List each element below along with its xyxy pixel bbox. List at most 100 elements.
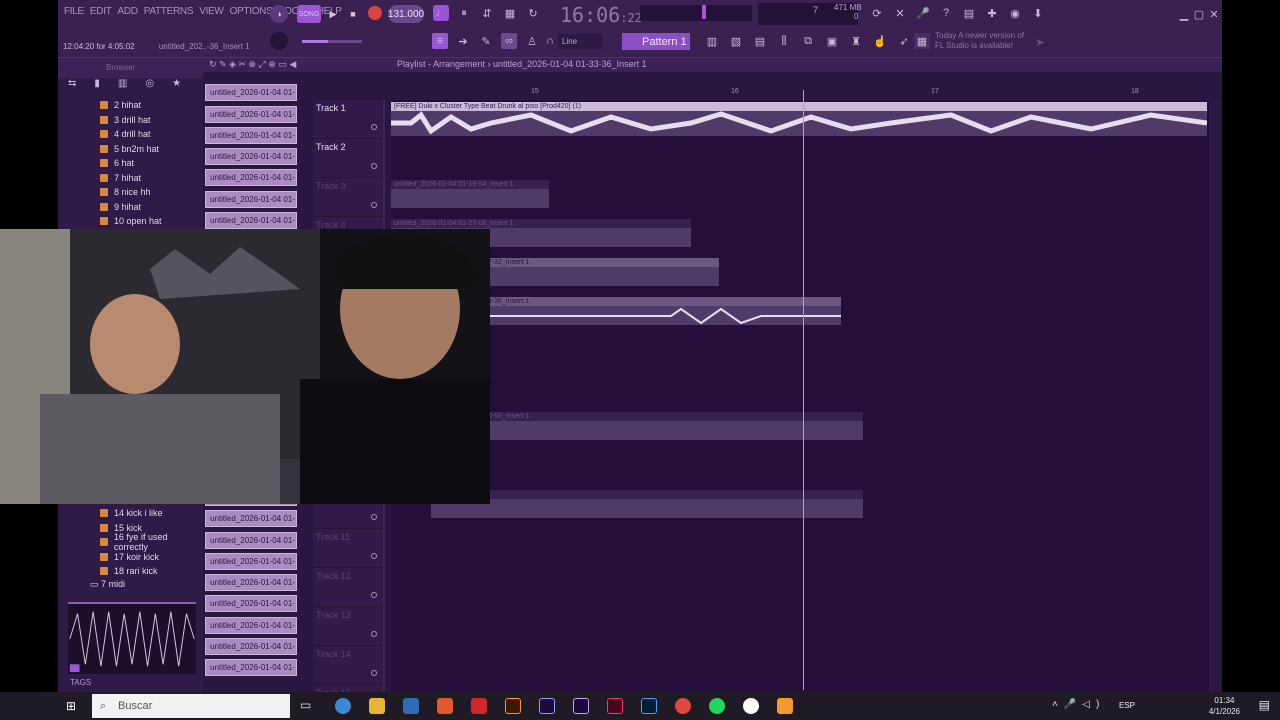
- browser-item[interactable]: 8 nice hh: [58, 185, 203, 200]
- browser-item[interactable]: 14 kick i like: [58, 506, 203, 521]
- channel-rack-icon[interactable]: ▤: [752, 33, 768, 49]
- indesign-icon[interactable]: [607, 698, 623, 714]
- after-effects-icon[interactable]: [573, 698, 589, 714]
- tempo-tap-icon[interactable]: ➶: [896, 33, 912, 49]
- fl-studio-icon[interactable]: [777, 698, 793, 714]
- channel-button[interactable]: untitled_2026-01-04 01-: [205, 510, 297, 528]
- magnet-icon[interactable]: ∩: [542, 33, 558, 49]
- menu-patterns[interactable]: PATTERNS: [144, 6, 194, 17]
- channel-button[interactable]: untitled_2026-01-04 01-: [205, 638, 297, 656]
- timeline-ruler[interactable]: 15 16 17 18: [391, 88, 1211, 100]
- menu-add[interactable]: ADD: [118, 6, 139, 17]
- arrow-right-icon[interactable]: ➔: [455, 33, 471, 49]
- browser-item[interactable]: 10 open hat: [58, 214, 203, 229]
- audio-clip[interactable]: 24-58_Insert 1: [481, 412, 863, 440]
- taskbar-search[interactable]: ⌕ Buscar: [92, 694, 290, 718]
- save-icon[interactable]: ▤: [961, 5, 977, 21]
- browser-item[interactable]: 9 hihat: [58, 200, 203, 215]
- audio-clip[interactable]: 24-58_Insert 1: [431, 490, 863, 518]
- tempo-display[interactable]: 131.000: [388, 5, 424, 23]
- metronome-icon[interactable]: ♩: [433, 5, 449, 21]
- playlist-icon[interactable]: ≡: [432, 33, 448, 49]
- track-header[interactable]: Track 2: [313, 139, 383, 178]
- track-header[interactable]: Track 11: [313, 529, 383, 568]
- browser-item[interactable]: 6 hat: [58, 156, 203, 171]
- windows-start-icon[interactable]: ⊞: [66, 699, 76, 713]
- menu-edit[interactable]: EDIT: [90, 6, 112, 17]
- channel-button[interactable]: untitled_2026-01-04 01-: [205, 169, 297, 187]
- file-explorer-icon[interactable]: [369, 698, 385, 714]
- refresh-icon[interactable]: ⟳: [869, 5, 885, 21]
- copilot-icon[interactable]: [335, 698, 351, 714]
- master-pitch-slider[interactable]: [302, 40, 362, 43]
- notifications-icon[interactable]: ▤: [1259, 698, 1270, 712]
- window-close-icon[interactable]: ✕: [1206, 6, 1222, 22]
- audio-clip[interactable]: 27-32_Insert 1: [481, 258, 719, 286]
- wait-icon[interactable]: ⏸: [456, 5, 472, 21]
- channel-button[interactable]: untitled_2026-01-04 01-: [205, 126, 297, 144]
- channel-button[interactable]: untitled_2026-01-04 01-: [205, 616, 297, 634]
- tray-icons[interactable]: ˄🎤◁): [1052, 699, 1105, 710]
- channel-button[interactable]: untitled_2026-01-04 01-: [205, 574, 297, 592]
- track-mute-toggle[interactable]: [371, 124, 377, 130]
- chat-icon[interactable]: ◉: [1007, 5, 1023, 21]
- channel-button[interactable]: untitled_2026-01-04 01-: [205, 595, 297, 613]
- render-icon[interactable]: ▦: [914, 33, 930, 49]
- track-mute-toggle[interactable]: [371, 592, 377, 598]
- store-icon[interactable]: [403, 698, 419, 714]
- channel-button[interactable]: untitled_2026-01-04 01-: [205, 190, 297, 208]
- eq-icon[interactable]: ⫼: [776, 33, 792, 49]
- browser-item[interactable]: 7 hihat: [58, 171, 203, 186]
- audio-clip[interactable]: [FREE] Duki x Cluster Type Beat Drunk al…: [391, 102, 1208, 136]
- plugin-picker-icon[interactable]: ♜: [848, 33, 864, 49]
- track-header[interactable]: Track 3: [313, 178, 383, 217]
- touch-icon[interactable]: ☝: [872, 33, 888, 49]
- vertical-scrollbar[interactable]: [1210, 100, 1220, 692]
- browser-item[interactable]: 4 drill hat: [58, 127, 203, 142]
- brave-icon[interactable]: [437, 698, 453, 714]
- browser-item[interactable]: 5 bn2m hat: [58, 142, 203, 157]
- master-volume-knob[interactable]: [270, 32, 288, 50]
- channel-button[interactable]: untitled_2026-01-04 01-: [205, 212, 297, 230]
- help-icon[interactable]: ?: [938, 5, 954, 21]
- song-mode-button[interactable]: SONG: [297, 5, 321, 23]
- loop-record-icon[interactable]: ↻: [525, 5, 541, 21]
- channel-button[interactable]: untitled_2026-01-04 01-: [205, 531, 297, 549]
- track-header[interactable]: Track 14: [313, 646, 383, 685]
- menu-file[interactable]: FILE: [64, 6, 84, 17]
- lightroom-icon[interactable]: [641, 698, 657, 714]
- playlist-tools-icon[interactable]: ↻ ✎ ◈ ✂ ⊗ ⤢ ⊕ ▭ ◀: [209, 59, 296, 70]
- chrome-icon[interactable]: [675, 698, 691, 714]
- browser-arrows-icon[interactable]: ⇆: [68, 78, 76, 94]
- mixer-icon[interactable]: ▥: [704, 33, 720, 49]
- playlist-grid[interactable]: [FREE] Duki x Cluster Type Beat Drunk al…: [391, 100, 1209, 692]
- browser-item[interactable]: 3 drill hat: [58, 113, 203, 128]
- browser-item[interactable]: 16 fye if used correctly: [58, 532, 203, 552]
- browser-folder[interactable]: ▭ 7 midi: [58, 579, 203, 593]
- browser-item[interactable]: 2 hihat: [58, 98, 203, 113]
- piano-roll-icon[interactable]: ▧: [728, 33, 744, 49]
- countdown-icon[interactable]: ⇵: [479, 5, 495, 21]
- channel-button[interactable]: untitled_2026-01-04 01-: [205, 105, 297, 123]
- play-button[interactable]: ▶: [324, 5, 342, 23]
- tags-label[interactable]: TAGS: [70, 678, 91, 687]
- waveform-preview[interactable]: [68, 602, 196, 674]
- brush-icon[interactable]: ✎: [478, 33, 494, 49]
- maximize-icon[interactable]: ▢: [1191, 6, 1207, 22]
- track-header[interactable]: Track 13: [313, 607, 383, 646]
- pattern-selector[interactable]: Pattern 1: [622, 33, 690, 50]
- browser-icon[interactable]: ⧉: [800, 33, 816, 49]
- track-mute-toggle[interactable]: [371, 514, 377, 520]
- illustrator-icon[interactable]: [505, 698, 521, 714]
- piano-icon[interactable]: ▥: [118, 78, 127, 94]
- snap-select[interactable]: Line: [558, 34, 602, 49]
- channel-button[interactable]: untitled_2026-01-04 01-: [205, 148, 297, 166]
- track-mute-toggle[interactable]: [371, 202, 377, 208]
- audio-clip[interactable]: 33-36_Insert 1: [481, 297, 841, 325]
- channel-button[interactable]: untitled_2026-01-04 01-: [205, 84, 297, 102]
- pat-song-toggle[interactable]: ◑: [270, 5, 288, 23]
- track-header[interactable]: Track 1: [313, 100, 383, 139]
- stamp-icon[interactable]: ♙: [524, 33, 540, 49]
- browser-item[interactable]: 18 rari kick: [58, 564, 203, 579]
- plugin-db-icon[interactable]: ▣: [824, 33, 840, 49]
